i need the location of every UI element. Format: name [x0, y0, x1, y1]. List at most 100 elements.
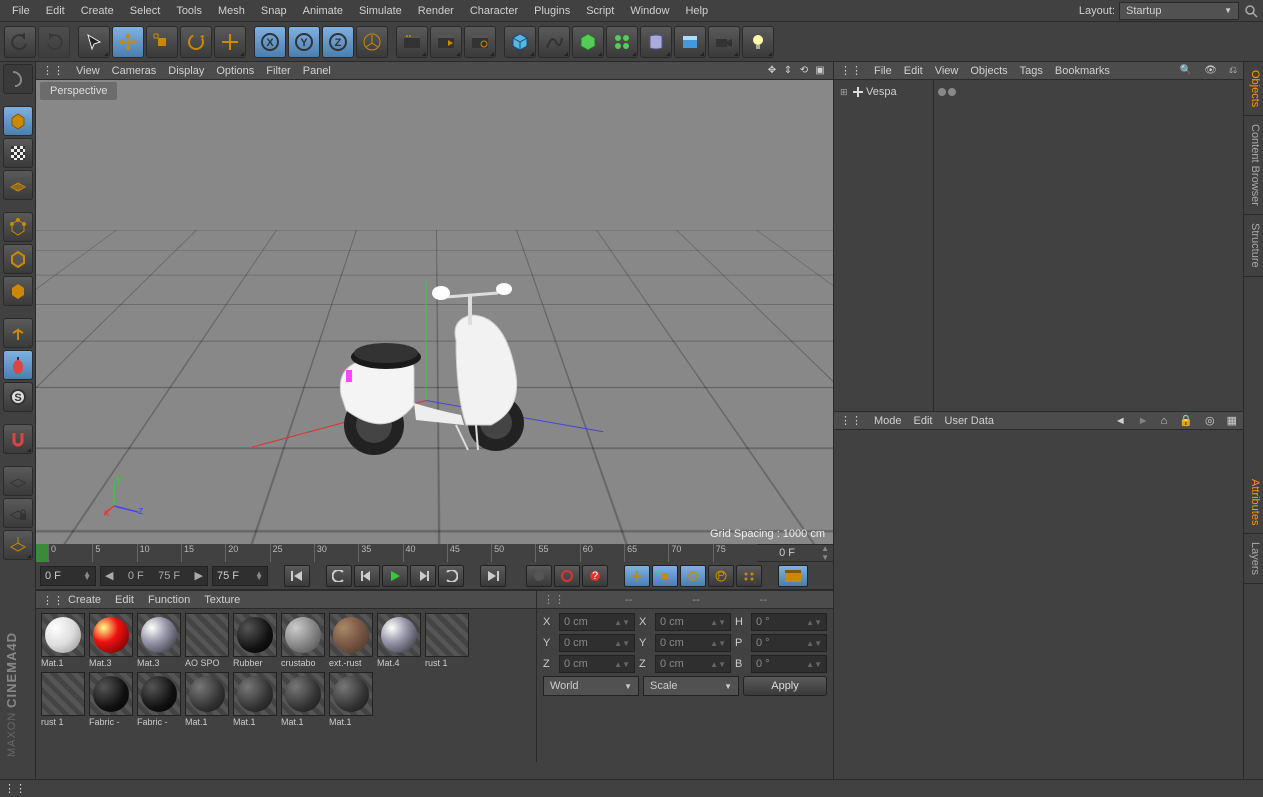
side-tab-content-browser[interactable]: Content Browser: [1244, 116, 1263, 215]
layout-dropdown[interactable]: Startup ▼: [1119, 2, 1239, 20]
om-search-icon[interactable]: 🔍: [1180, 65, 1192, 76]
material-item[interactable]: Mat.3: [88, 613, 134, 668]
material-item[interactable]: Mat.4: [376, 613, 422, 668]
menu-simulate[interactable]: Simulate: [351, 1, 410, 21]
spinner-icon[interactable]: ▲▼: [817, 544, 833, 562]
coord-field[interactable]: 0 °▲▼: [751, 634, 827, 652]
end-frame-field[interactable]: 75 F▲▼: [212, 566, 268, 586]
vp-nav-rotate-icon[interactable]: ⟲: [797, 64, 811, 78]
key-param-button[interactable]: P: [708, 565, 734, 587]
menu-plugins[interactable]: Plugins: [526, 1, 578, 21]
material-item[interactable]: Mat.1: [40, 613, 86, 668]
coord-field[interactable]: 0 cm▲▼: [559, 655, 635, 673]
material-item[interactable]: Fabric -: [88, 672, 134, 727]
attr-nav-fwd-icon[interactable]: ►: [1138, 415, 1149, 427]
add-camera-button[interactable]: [708, 26, 740, 58]
panel-grip-icon[interactable]: ⋮⋮: [840, 64, 862, 77]
attr-menu-edit[interactable]: Edit: [914, 415, 933, 427]
menu-file[interactable]: File: [4, 1, 38, 21]
panel-grip-icon[interactable]: ⋮⋮: [543, 593, 565, 606]
coord-field[interactable]: 0 cm▲▼: [559, 613, 635, 631]
menu-create[interactable]: Create: [73, 1, 122, 21]
tweak-mode[interactable]: [3, 350, 33, 380]
material-item[interactable]: crustabo: [280, 613, 326, 668]
undo-button[interactable]: [4, 26, 36, 58]
panel-grip-icon[interactable]: ⋮⋮: [42, 594, 54, 606]
material-item[interactable]: Mat.1: [328, 672, 374, 727]
tree-item-vespa[interactable]: ⊞ Vespa: [838, 84, 929, 100]
material-item[interactable]: Mat.1: [280, 672, 326, 727]
material-item[interactable]: Mat.1: [232, 672, 278, 727]
play-button[interactable]: [382, 565, 408, 587]
object-tree[interactable]: ⊞ Vespa: [834, 80, 934, 411]
mat-menu-edit[interactable]: Edit: [115, 594, 134, 606]
menu-window[interactable]: Window: [622, 1, 677, 21]
key-pla-button[interactable]: [736, 565, 762, 587]
vp-menu-display[interactable]: Display: [168, 65, 204, 77]
render-dot[interactable]: [948, 88, 956, 96]
add-deformer-button[interactable]: [640, 26, 672, 58]
edge-mode[interactable]: [3, 244, 33, 274]
key-rot-button[interactable]: [680, 565, 706, 587]
add-light-button[interactable]: [742, 26, 774, 58]
menu-render[interactable]: Render: [410, 1, 462, 21]
om-menu-objects[interactable]: Objects: [970, 65, 1007, 77]
move-tool[interactable]: [112, 26, 144, 58]
vp-nav-toggle-icon[interactable]: ▣: [813, 64, 827, 78]
om-filter-icon[interactable]: 👁: [1204, 65, 1217, 76]
add-array-button[interactable]: [606, 26, 638, 58]
attr-lock-icon[interactable]: 🔒: [1179, 414, 1193, 427]
make-editable-button[interactable]: [3, 64, 33, 94]
playhead[interactable]: [36, 544, 48, 562]
apply-button[interactable]: Apply: [743, 676, 827, 696]
record-button[interactable]: [526, 565, 552, 587]
planar-workplane-button[interactable]: [3, 530, 33, 560]
menu-edit[interactable]: Edit: [38, 1, 73, 21]
material-item[interactable]: Rubber: [232, 613, 278, 668]
prev-frame-button[interactable]: [354, 565, 380, 587]
panel-grip-icon[interactable]: ⋮⋮: [42, 64, 64, 77]
timeline-ruler[interactable]: 051015202530354045505560657075: [36, 544, 757, 562]
material-item[interactable]: ext.-rust: [328, 613, 374, 668]
coord-field[interactable]: 0 cm▲▼: [655, 634, 731, 652]
material-item[interactable]: Fabric -: [136, 672, 182, 727]
om-menu-tags[interactable]: Tags: [1020, 65, 1043, 77]
attr-menu-mode[interactable]: Mode: [874, 415, 902, 427]
side-tab-structure[interactable]: Structure: [1244, 215, 1263, 277]
coordinate-system[interactable]: [356, 26, 388, 58]
rotate-tool[interactable]: [180, 26, 212, 58]
menu-mesh[interactable]: Mesh: [210, 1, 253, 21]
goto-end-button[interactable]: [480, 565, 506, 587]
key-pos-button[interactable]: [624, 565, 650, 587]
side-tab-layers[interactable]: Layers: [1244, 534, 1263, 584]
live-select-tool[interactable]: [78, 26, 110, 58]
add-nurbs-button[interactable]: [572, 26, 604, 58]
visibility-dot[interactable]: [938, 88, 946, 96]
scale-tool[interactable]: [146, 26, 178, 58]
workplane-mode[interactable]: [3, 170, 33, 200]
panel-grip-icon[interactable]: ⋮⋮: [4, 782, 26, 795]
viewport-tab-label[interactable]: Perspective: [40, 82, 117, 100]
render-view-button[interactable]: [396, 26, 428, 58]
menu-snap[interactable]: Snap: [253, 1, 295, 21]
om-menu-edit[interactable]: Edit: [904, 65, 923, 77]
attr-menu-userdata[interactable]: User Data: [945, 415, 995, 427]
current-frame-field[interactable]: 0 F▲▼: [40, 566, 96, 586]
timeline[interactable]: 051015202530354045505560657075 0 F ▲▼: [36, 544, 833, 562]
add-cube-button[interactable]: [504, 26, 536, 58]
material-item[interactable]: Mat.1: [184, 672, 230, 727]
om-menu-file[interactable]: File: [874, 65, 892, 77]
vp-menu-cameras[interactable]: Cameras: [112, 65, 157, 77]
viewport[interactable]: Perspective y z x Grid Spacing : 1000 cm: [36, 80, 833, 544]
goto-start-button[interactable]: [284, 565, 310, 587]
texture-mode[interactable]: [3, 138, 33, 168]
workplane-button[interactable]: [3, 466, 33, 496]
material-item[interactable]: rust 1: [424, 613, 470, 668]
mat-menu-function[interactable]: Function: [148, 594, 190, 606]
attr-new-icon[interactable]: ◎: [1205, 414, 1215, 427]
menu-character[interactable]: Character: [462, 1, 526, 21]
model-mode[interactable]: [3, 106, 33, 136]
coord-ref-dropdown[interactable]: Scale▼: [643, 676, 739, 696]
attr-nav-up-icon[interactable]: ⌂: [1161, 415, 1168, 427]
coord-field[interactable]: 0 °▲▼: [751, 613, 827, 631]
